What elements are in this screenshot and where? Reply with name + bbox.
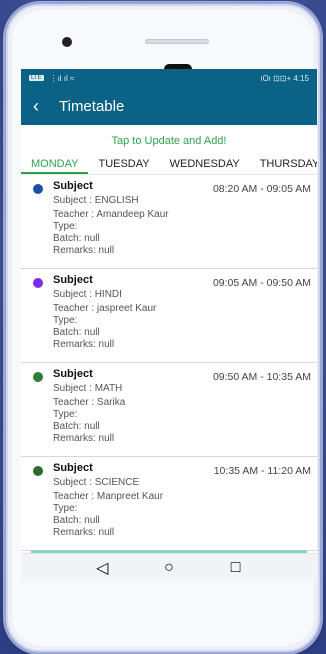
subject-color-dot [33, 372, 43, 382]
day-tabs: MONDAY TUESDAY WEDNESDAY THURSDAY [21, 155, 317, 175]
entry-remarks: Remarks: null [53, 245, 115, 256]
entry-remarks: Remarks: null [53, 433, 115, 444]
subject-color-dot [33, 184, 43, 194]
signal-icon: ⋮ıl ıl ≈ [49, 73, 75, 83]
entry-remarks: Remarks: null [53, 339, 115, 350]
list-item[interactable]: Subject Subject : SCIENCE Teacher : Manp… [21, 457, 317, 551]
entry-teacher: Teacher : Sarika [53, 397, 126, 408]
entry-batch: Batch: null [53, 233, 100, 244]
tab-monday[interactable]: MONDAY [21, 155, 89, 174]
subject-color-dot [33, 466, 43, 476]
nav-recents-icon[interactable]: □ [230, 559, 242, 576]
entry-type: Type: [53, 221, 78, 232]
back-arrow-icon[interactable]: ‹ [33, 97, 55, 115]
entry-subject: Subject : ENGLISH [53, 195, 139, 206]
entry-time: 08:20 AM - 09:05 AM [212, 183, 311, 195]
entry-teacher: Teacher : jaspreet Kaur [53, 303, 157, 314]
entry-time: 09:05 AM - 09:50 AM [212, 277, 311, 289]
entry-batch: Batch: null [53, 515, 100, 526]
speaker-grille [145, 39, 209, 44]
camera-icon [62, 37, 72, 47]
entry-type: Type: [53, 315, 78, 326]
app-screen: LTE ⋮ıl ıl ≈ ıOı ⊡⊡+ 4:15 ‹ Timetable Ta… [21, 69, 317, 581]
entry-teacher: Teacher : Manpreet Kaur [53, 491, 164, 502]
nav-back-icon[interactable]: ◁ [96, 560, 108, 577]
entry-remarks: Remarks: null [53, 527, 115, 538]
network-badge: LTE [29, 75, 44, 81]
entry-subject: Subject : HINDI [53, 289, 122, 300]
timetable-list: Subject Subject : ENGLISH Teacher : Aman… [21, 175, 317, 551]
update-link[interactable]: Tap to Update and Add! [21, 125, 317, 155]
entry-time: 09:50 AM - 10:35 AM [212, 371, 311, 383]
entry-batch: Batch: null [53, 421, 100, 432]
page-title: Timetable [59, 97, 125, 115]
entry-subject: Subject : MATH [53, 383, 123, 394]
list-item[interactable]: Subject Subject : HINDI Teacher : jaspre… [21, 269, 317, 363]
entry-type: Type: [53, 409, 78, 420]
tab-thursday[interactable]: THURSDAY [250, 155, 317, 174]
entry-subject: Subject : SCIENCE [53, 477, 140, 488]
entry-teacher: Teacher : Amandeep Kaur [53, 209, 169, 220]
tab-tuesday[interactable]: TUESDAY [88, 155, 159, 174]
list-item[interactable]: Subject Subject : MATH Teacher : Sarika … [21, 363, 317, 457]
nav-home-icon[interactable]: ○ [163, 559, 175, 576]
entry-batch: Batch: null [53, 327, 100, 338]
system-nav-bar: ◁ ○ □ [21, 553, 317, 581]
entry-time: 10:35 AM - 11:20 AM [213, 465, 311, 477]
app-bar: ‹ Timetable [21, 87, 317, 125]
status-clock: ıOı ⊡⊡+ 4:15 [260, 73, 309, 83]
tab-wednesday[interactable]: WEDNESDAY [160, 155, 250, 174]
list-item[interactable]: Subject Subject : ENGLISH Teacher : Aman… [21, 175, 317, 269]
status-bar: LTE ⋮ıl ıl ≈ ıOı ⊡⊡+ 4:15 [21, 69, 317, 87]
subject-color-dot [33, 278, 43, 288]
entry-type: Type: [53, 503, 78, 514]
